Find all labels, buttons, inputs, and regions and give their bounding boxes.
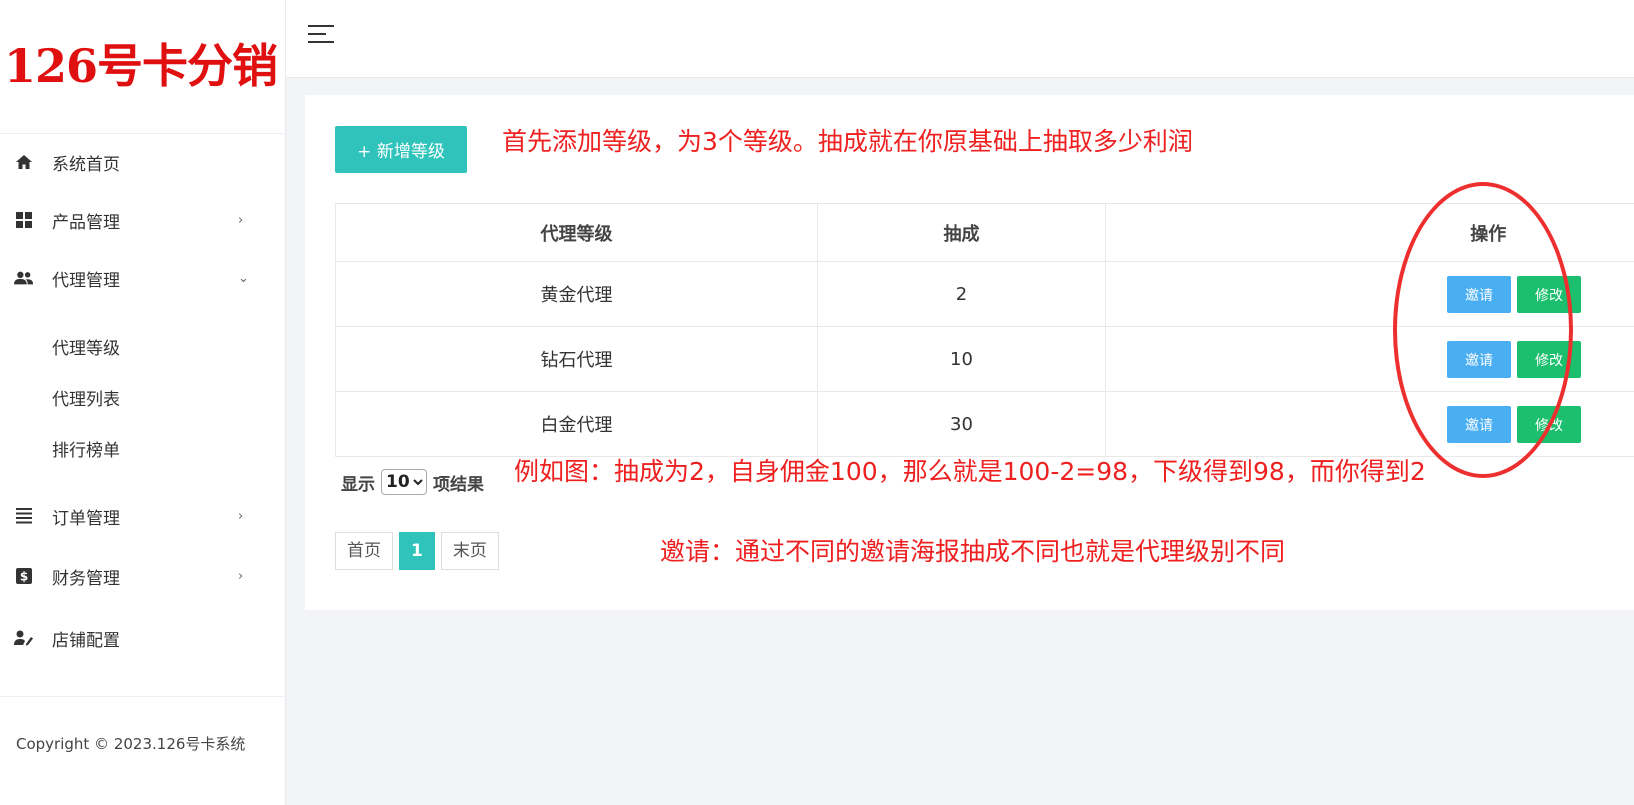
current-page-button[interactable]: 1 — [399, 532, 435, 570]
page-size-prefix: 显示 — [341, 474, 375, 495]
column-header-rate: 抽成 — [817, 203, 1106, 262]
chevron-right-icon: › — [238, 212, 244, 228]
sidebar-item-finance[interactable]: $ 财务管理 › — [0, 556, 285, 596]
sidebar-item-label: 店铺配置 — [52, 630, 120, 651]
actions-cell: 邀请 修改 — [1105, 261, 1634, 327]
add-level-button[interactable]: + 新增等级 — [335, 126, 467, 173]
sidebar-item-label: 订单管理 — [52, 508, 120, 529]
table-row: 白金代理 30 邀请 修改 — [335, 391, 1634, 457]
sidebar-item-products[interactable]: 产品管理 › — [0, 200, 285, 240]
chevron-right-icon: › — [238, 508, 244, 524]
sidebar-item-label: 产品管理 — [52, 212, 120, 233]
sidebar-item-label: 财务管理 — [52, 568, 120, 589]
svg-text:$: $ — [20, 570, 28, 584]
chevron-right-icon: › — [238, 568, 244, 584]
sidebar: 126号卡分销 系统首页 产品管理 › 代理管理 ⌄ 代理等级 代理列表 排行榜… — [0, 0, 286, 805]
sidebar-subitem-agent-list[interactable]: 代理列表 — [52, 385, 120, 415]
rate-cell: 10 — [817, 326, 1106, 392]
sidebar-item-home[interactable]: 系统首页 — [0, 142, 285, 182]
finance-icon: $ — [14, 566, 34, 586]
table-row: 黄金代理 2 邀请 修改 — [335, 261, 1634, 327]
invite-button[interactable]: 邀请 — [1447, 341, 1511, 378]
table-row: 钻石代理 10 邀请 修改 — [335, 326, 1634, 392]
list-icon — [14, 506, 34, 526]
actions-cell: 邀请 修改 — [1105, 391, 1634, 457]
annotation-middle: 例如图：抽成为2，自身佣金100，那么就是100-2=98，下级得到98，而你得… — [514, 457, 1426, 486]
sidebar-item-agents[interactable]: 代理管理 ⌄ — [0, 258, 285, 298]
last-page-button[interactable]: 末页 — [440, 532, 499, 570]
topbar — [286, 0, 1634, 78]
levels-table: 代理等级 抽成 操作 黄金代理 2 邀请 修改 钻石代理 10 邀请 修改 白金… — [335, 203, 1634, 457]
invite-button[interactable]: 邀请 — [1447, 276, 1511, 313]
divider — [0, 133, 285, 134]
sidebar-item-store-settings[interactable]: 店铺配置 — [0, 618, 285, 658]
page-size-control: 显示 10 项结果 — [341, 469, 484, 495]
rate-cell: 30 — [817, 391, 1106, 457]
actions-cell: 邀请 修改 — [1105, 326, 1634, 392]
pagination: 首页 1 末页 — [335, 532, 505, 570]
first-page-button[interactable]: 首页 — [335, 532, 393, 570]
grid-icon — [14, 210, 34, 230]
sidebar-item-label: 系统首页 — [52, 154, 120, 175]
column-header-actions-label: 操作 — [1470, 223, 1507, 245]
page-size-select[interactable]: 10 — [381, 469, 427, 495]
annotation-bottom: 邀请：通过不同的邀请海报抽成不同也就是代理级别不同 — [660, 537, 1286, 566]
chevron-down-icon: ⌄ — [238, 270, 249, 286]
level-cell: 白金代理 — [335, 391, 818, 457]
level-cell: 黄金代理 — [335, 261, 818, 327]
level-cell: 钻石代理 — [335, 326, 818, 392]
edit-button[interactable]: 修改 — [1517, 406, 1581, 443]
page-size-suffix: 项结果 — [433, 474, 484, 495]
copyright: Copyright © 2023.126号卡系统 — [16, 735, 246, 753]
divider — [0, 696, 285, 697]
rate-cell: 2 — [817, 261, 1106, 327]
users-icon — [14, 268, 34, 288]
sidebar-item-label: 代理管理 — [52, 270, 120, 291]
annotation-top: 首先添加等级，为3个等级。抽成就在你原基础上抽取多少利润 — [502, 127, 1193, 156]
invite-button[interactable]: 邀请 — [1447, 406, 1511, 443]
content-card: + 新增等级 首先添加等级，为3个等级。抽成就在你原基础上抽取多少利润 代理等级… — [305, 95, 1634, 610]
user-edit-icon — [14, 628, 34, 648]
edit-button[interactable]: 修改 — [1517, 341, 1581, 378]
sidebar-subitem-ranking[interactable]: 排行榜单 — [52, 436, 120, 466]
logo: 126号卡分销 — [4, 39, 278, 93]
sidebar-subitem-agent-levels[interactable]: 代理等级 — [52, 334, 120, 364]
column-header-actions: 操作 — [1105, 203, 1634, 262]
home-icon — [14, 152, 34, 172]
sidebar-item-orders[interactable]: 订单管理 › — [0, 496, 285, 536]
edit-button[interactable]: 修改 — [1517, 276, 1581, 313]
column-header-level: 代理等级 — [335, 203, 818, 262]
menu-toggle-icon[interactable] — [308, 24, 334, 46]
table-header-row: 代理等级 抽成 操作 — [335, 203, 1634, 262]
